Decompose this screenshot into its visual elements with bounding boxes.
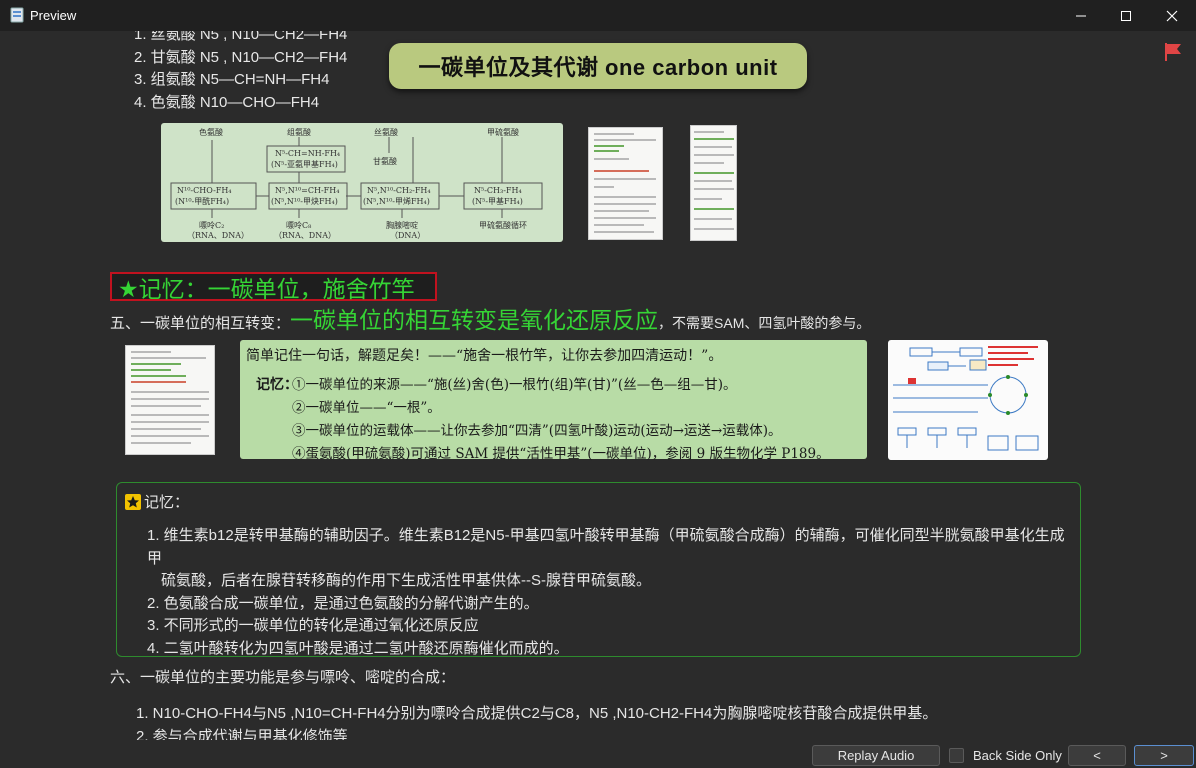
list-item: 1. 丝氨酸 N5 , N10—CH2—FH4 bbox=[134, 31, 348, 43]
mnemonic-line: ②一碳单位——“一根”。 bbox=[292, 400, 441, 416]
list-item: 2. 参与合成代谢与甲基化修饰等 bbox=[136, 727, 348, 741]
memory-box-header: 记忆： bbox=[125, 491, 1072, 512]
diagram-bottom-label: （DNA） bbox=[390, 231, 426, 240]
list-item: 1. 维生素b12是转甲基酶的辅助因子。维生素B12是N5-甲基四氢叶酸转甲基酶… bbox=[147, 527, 1065, 567]
section-six: 六、一碳单位的主要功能是参与嘌呤、嘧啶的合成： bbox=[110, 669, 456, 686]
minimize-button[interactable] bbox=[1058, 0, 1104, 31]
minimize-icon bbox=[1076, 15, 1086, 16]
mnemonic-line: ③一碳单位的运载体——让你去参加“四清”(四氢叶酸)运动(运动→运送→运载体)。 bbox=[292, 423, 782, 439]
diagram-mid-label: 甘氨酸 bbox=[373, 157, 397, 166]
flag-icon[interactable] bbox=[1163, 41, 1185, 63]
bottom-toolbar: Replay Audio Back Side Only < > bbox=[0, 740, 1196, 768]
title-bar: Preview bbox=[0, 0, 1196, 31]
title-badge-text: 一碳单位及其代谢 one carbon unit bbox=[418, 55, 778, 80]
mnemonic-line: ①一碳单位的来源——“施(丝)舍(色)一根竹(组)竿(甘)”(丝—色—组—甘)。 bbox=[292, 377, 737, 393]
section-five-prefix: 五、一碳单位的相互转变： bbox=[110, 315, 291, 332]
diagram-box-text: (N¹⁰-甲酰FH₄) bbox=[175, 197, 230, 206]
pathway-chart-image bbox=[888, 340, 1048, 460]
mnemonic-image: 简单记住一句话，解题足矣！——“施舍一根竹竿，让你去参加四清运动！”。 记忆： … bbox=[240, 340, 867, 462]
section-five: 五、一碳单位的相互转变： 一碳单位的相互转变是氧化还原反应 ，不需要SAM、四氢… bbox=[110, 301, 870, 333]
list-item: 3. 不同形式的一碳单位的转化是通过氧化还原反应 bbox=[147, 617, 479, 634]
replay-audio-button[interactable]: Replay Audio bbox=[812, 745, 940, 766]
list-item: 硫氨酸，后者在腺苷转移酶的作用下生成活性甲基供体--S-腺苷甲硫氨酸。 bbox=[161, 572, 651, 589]
card-content: 1. 丝氨酸 N5 , N10—CH2—FH4 2. 甘氨酸 N5 , N10—… bbox=[0, 31, 1196, 740]
diagram-box-text: (N⁵-甲基FH₄) bbox=[472, 197, 523, 206]
diagram-box-text: (N⁵,N¹⁰-甲炔FH₄) bbox=[271, 197, 338, 206]
list-item: 2. 甘氨酸 N5 , N10—CH2—FH4 bbox=[134, 48, 348, 66]
back-side-only-checkbox[interactable] bbox=[949, 748, 964, 763]
pathway-chart-drawing bbox=[893, 346, 1039, 451]
window-title: Preview bbox=[30, 8, 77, 23]
memory-box: 记忆： 1. 维生素b12是转甲基酶的辅助因子。维生素B12是N5-甲基四氢叶酸… bbox=[116, 482, 1081, 657]
next-button[interactable]: > bbox=[1134, 745, 1194, 766]
close-button[interactable] bbox=[1149, 0, 1195, 31]
thumbnail-image bbox=[125, 345, 215, 455]
mnemonic-line: ④蛋氨酸(甲硫氨酸)可通过 SAM 提供“活性甲基”(一碳单位)，参阅 9 版生… bbox=[292, 446, 830, 462]
app-icon bbox=[10, 7, 24, 23]
one-carbon-diagram-image: 色氨酸 组氨酸 丝氨酸 甲硫氨酸 N⁵-CH=NH-FH₄ (N⁵-亚氨甲基FH… bbox=[161, 123, 563, 242]
function-list: 1. N10-CHO-FH4与N5 ,N10=CH-FH4分别为嘌呤合成提供C2… bbox=[136, 703, 937, 740]
memory-box-title: 记忆： bbox=[144, 494, 190, 511]
diagram-top-label: 甲硫氨酸 bbox=[487, 128, 519, 137]
memory-heading-text: ★记忆：一碳单位，施舍竹竿 bbox=[118, 275, 415, 302]
diagram-bottom-label: 甲硫氨酸循环 bbox=[479, 221, 527, 230]
back-side-only-label[interactable]: Back Side Only bbox=[973, 748, 1062, 763]
diagram-box-text: N⁵-CH₃-FH₄ bbox=[474, 186, 522, 195]
diagram-top-label: 丝氨酸 bbox=[374, 128, 398, 137]
close-icon bbox=[1166, 10, 1178, 21]
star-icon bbox=[125, 493, 141, 510]
diagram-top-label: 色氨酸 bbox=[199, 128, 223, 137]
memory-heading: ★记忆：一碳单位，施舍竹竿 bbox=[110, 272, 437, 302]
diagram-top-label: 组氨酸 bbox=[287, 128, 311, 137]
list-item: 3. 组氨酸 N5—CH=NH—FH4 bbox=[134, 71, 330, 88]
mnemonic-line: 简单记住一句话，解题足矣！——“施舍一根竹竿，让你去参加四清运动！”。 bbox=[246, 348, 723, 364]
diagram-box-text: N¹⁰-CHO-FH₄ bbox=[177, 186, 232, 195]
diagram-bottom-label: （RNA、DNA） bbox=[274, 231, 336, 240]
list-item: 4. 色氨酸 N10—CHO—FH4 bbox=[134, 93, 320, 111]
list-item: 4. 二氢叶酸转化为四氢叶酸是通过二氢叶酸还原酶催化而成的。 bbox=[147, 639, 569, 657]
thumbnail-image bbox=[588, 127, 663, 240]
maximize-button[interactable] bbox=[1103, 0, 1149, 31]
list-item: 2. 色氨酸合成一碳单位，是通过色氨酸的分解代谢产生的。 bbox=[147, 594, 539, 612]
diagram-box-text: N⁵-CH=NH-FH₄ bbox=[275, 149, 341, 158]
list-item: 1. N10-CHO-FH4与N5 ,N10=CH-FH4分别为嘌呤合成提供C2… bbox=[136, 705, 938, 722]
memory-list: 1. 维生素b12是转甲基酶的辅助因子。维生素B12是N5-甲基四氢叶酸转甲基酶… bbox=[147, 525, 1077, 660]
diagram-bottom-label: （RNA、DNA） bbox=[187, 231, 249, 240]
maximize-icon bbox=[1121, 10, 1131, 21]
section-five-suffix: ，不需要SAM、四氢叶酸的参与。 bbox=[658, 315, 871, 331]
amino-acid-list: 1. 丝氨酸 N5 , N10—CH2—FH4 2. 甘氨酸 N5 , N10—… bbox=[134, 31, 347, 114]
title-badge: 一碳单位及其代谢 one carbon unit bbox=[389, 43, 807, 89]
thumbnail-image bbox=[690, 125, 737, 241]
section-five-highlight: 一碳单位的相互转变是氧化还原反应 bbox=[290, 307, 659, 333]
diagram-box-text: (N⁵,N¹⁰-甲烯FH₄) bbox=[363, 197, 430, 206]
previous-button[interactable]: < bbox=[1068, 745, 1126, 766]
diagram-box-text: (N⁵-亚氨甲基FH₄) bbox=[271, 160, 338, 169]
diagram-box-text: N⁵,N¹⁰-CH₂-FH₄ bbox=[367, 186, 431, 195]
diagram-box-text: N⁵,N¹⁰=CH-FH₄ bbox=[275, 186, 340, 195]
